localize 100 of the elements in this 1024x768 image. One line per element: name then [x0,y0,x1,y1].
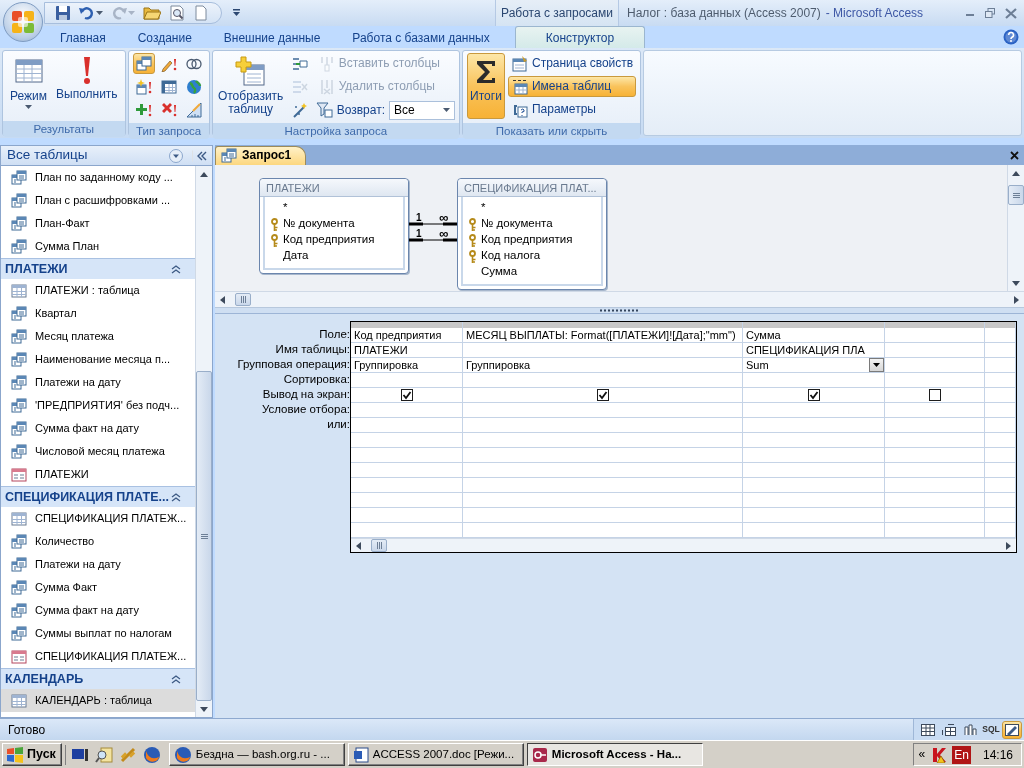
group-title: КАЛЕНДАРЬ [5,670,84,688]
nav-item[interactable]: 'ПРЕДПРИЯТИЯ' без подч... [1,394,195,417]
nav-item[interactable]: ПЛАТЕЖИ [1,463,195,486]
quick-launch-button[interactable] [93,744,114,765]
ribbon-button[interactable]: Отобразить таблицу [216,53,285,119]
document-tab[interactable]: Запрос1 [215,146,307,165]
close-icon [1010,150,1019,160]
dropdown-button[interactable] [869,358,884,372]
language-indicator[interactable]: En [952,745,971,764]
nav-group-header[interactable]: КАЛЕНДАРЬ [1,668,195,689]
nav-item[interactable]: КАЛЕНДАРЬ : таблица [1,689,195,712]
show-checkbox[interactable] [596,389,609,401]
app-title: - Microsoft Access [825,5,924,22]
tray-icon-button[interactable] [930,745,949,764]
ribbon-button[interactable]: Выполнить [53,53,121,119]
nav-item[interactable]: Квартал [1,302,195,325]
show-checkbox[interactable] [400,389,413,401]
save-icon [55,5,71,21]
ribbon-button[interactable]: Страница свойств [507,53,637,74]
grid-cell[interactable]: Сумма [743,328,884,343]
close-button[interactable] [1004,6,1018,20]
taskbar-button[interactable]: ACCESS 2007.doc [Режи... [347,743,524,766]
grip-icon [1012,192,1020,198]
field-name[interactable]: * [481,199,486,217]
nav-item[interactable]: Сумма факт на дату [1,417,195,440]
scrollbar[interactable] [215,291,1024,307]
ribbon-tab[interactable]: Работа с базами данных [337,26,505,48]
show-checkbox[interactable] [928,389,941,401]
nav-item[interactable]: ПЛАТЕЖИ : таблица [1,279,195,302]
grid-cell[interactable]: Код предприятия [351,328,462,343]
grid-cell[interactable]: СПЕЦИФИКАЦИЯ ПЛА [743,343,884,358]
field-name[interactable]: Сумма [481,263,518,281]
restore-button[interactable] [984,7,996,19]
nav-menu-button[interactable] [168,147,184,164]
scroll-thumb[interactable] [196,371,212,701]
splitter-handle[interactable] [215,308,1024,314]
scrollbar[interactable] [195,166,212,717]
collapse-chevron-icon [171,674,181,684]
ribbon-tab[interactable]: Создание [122,26,207,48]
view-button[interactable]: SQL [981,720,1001,739]
scroll-thumb[interactable] [371,539,387,552]
nav-item[interactable]: План с расшифровками ... [1,189,195,212]
ribbon-tab[interactable]: Главная [45,26,121,48]
nav-item[interactable]: План по заданному коду ... [1,166,195,189]
join-line[interactable] [409,222,457,226]
scroll-thumb[interactable] [235,293,251,306]
start-button[interactable]: Пуск [2,743,62,766]
nav-group-header[interactable]: СПЕЦИФИКАЦИЯ ПЛАТЕ... [1,486,195,507]
field-name[interactable]: * [283,199,288,217]
taskbar-button[interactable]: Microsoft Access - На... [526,743,703,766]
field-name[interactable]: Дата [283,247,309,265]
query-type-button[interactable] [132,53,155,74]
quick-launch-button[interactable] [141,744,162,765]
grid-cell[interactable]: ПЛАТЕЖИ [351,343,462,358]
join-line[interactable] [409,238,457,242]
browser-icon [173,745,192,764]
nav-item[interactable]: Платежи на дату [1,371,195,394]
nav-item[interactable]: СПЕЦИФИКАЦИЯ ПЛАТЕЖ... [1,645,195,668]
table-window[interactable]: ПЛАТЕЖИ * № документа Код предприятия Дата [259,178,409,274]
return-dropdown[interactable]: Все [388,100,455,120]
office-button[interactable] [3,2,43,42]
nav-item[interactable]: План-Факт [1,212,195,235]
view-button[interactable] [1002,720,1022,739]
close-document-button[interactable] [1009,149,1020,161]
field-name[interactable]: Код предприятия [283,231,375,249]
grid-cell[interactable]: Sum [743,358,884,373]
taskbar-button[interactable]: Бездна — bash.org.ru - ... [168,743,345,766]
ribbon-button[interactable]: Параметры [507,99,637,120]
show-hidden-icons-button[interactable]: « [917,746,927,763]
scroll-thumb[interactable] [1008,185,1024,205]
nav-item[interactable]: Сумма Факт [1,576,195,599]
ribbon-tab[interactable]: Конструктор [514,26,646,48]
field-name[interactable]: Код налога [481,247,541,265]
help-button[interactable] [1002,28,1020,46]
grid-cell[interactable]: Группировка [463,358,742,373]
nav-item[interactable]: Наименование месяца п... [1,348,195,371]
field-name[interactable]: № документа [283,215,355,233]
nav-item[interactable]: Платежи на дату [1,553,195,576]
ribbon-button[interactable]: Имена таблиц [507,76,637,97]
nav-item[interactable]: Числовой месяц платежа [1,440,195,463]
nav-item[interactable]: Количество [1,530,195,553]
scrollbar[interactable] [1007,165,1024,291]
save-button[interactable] [53,3,73,23]
field-name[interactable]: № документа [481,215,553,233]
ribbon-tab[interactable]: Внешние данные [208,26,336,48]
nav-item[interactable]: Суммы выплат по налогам [1,622,195,645]
print-preview-button[interactable] [167,3,187,23]
nav-item[interactable]: Сумма факт на дату [1,599,195,622]
show-checkbox[interactable] [807,389,820,401]
ribbon-button[interactable]: Итоги [466,53,505,119]
nav-item[interactable]: Сумма План [1,235,195,258]
nav-item[interactable]: СПЕЦИФИКАЦИЯ ПЛАТЕЖ... [1,507,195,530]
nav-item[interactable]: Месяц платежа [1,325,195,348]
field-name[interactable]: Код предприятия [481,231,573,249]
nav-group-header[interactable]: ПЛАТЕЖИ [1,258,195,279]
grid-cell[interactable]: МЕСЯЦ ВЫПЛАТЫ: Format([ПЛАТЕЖИ]![Дата];"mm") [463,328,742,343]
ribbon-button[interactable]: Режим [7,53,50,119]
table-window[interactable]: СПЕЦИФИКАЦИЯ ПЛАТ... * № документа Код предприятия Код налога Сумма [457,178,607,290]
grid-cell[interactable]: Группировка [351,358,462,373]
scrollbar[interactable] [351,538,1016,552]
